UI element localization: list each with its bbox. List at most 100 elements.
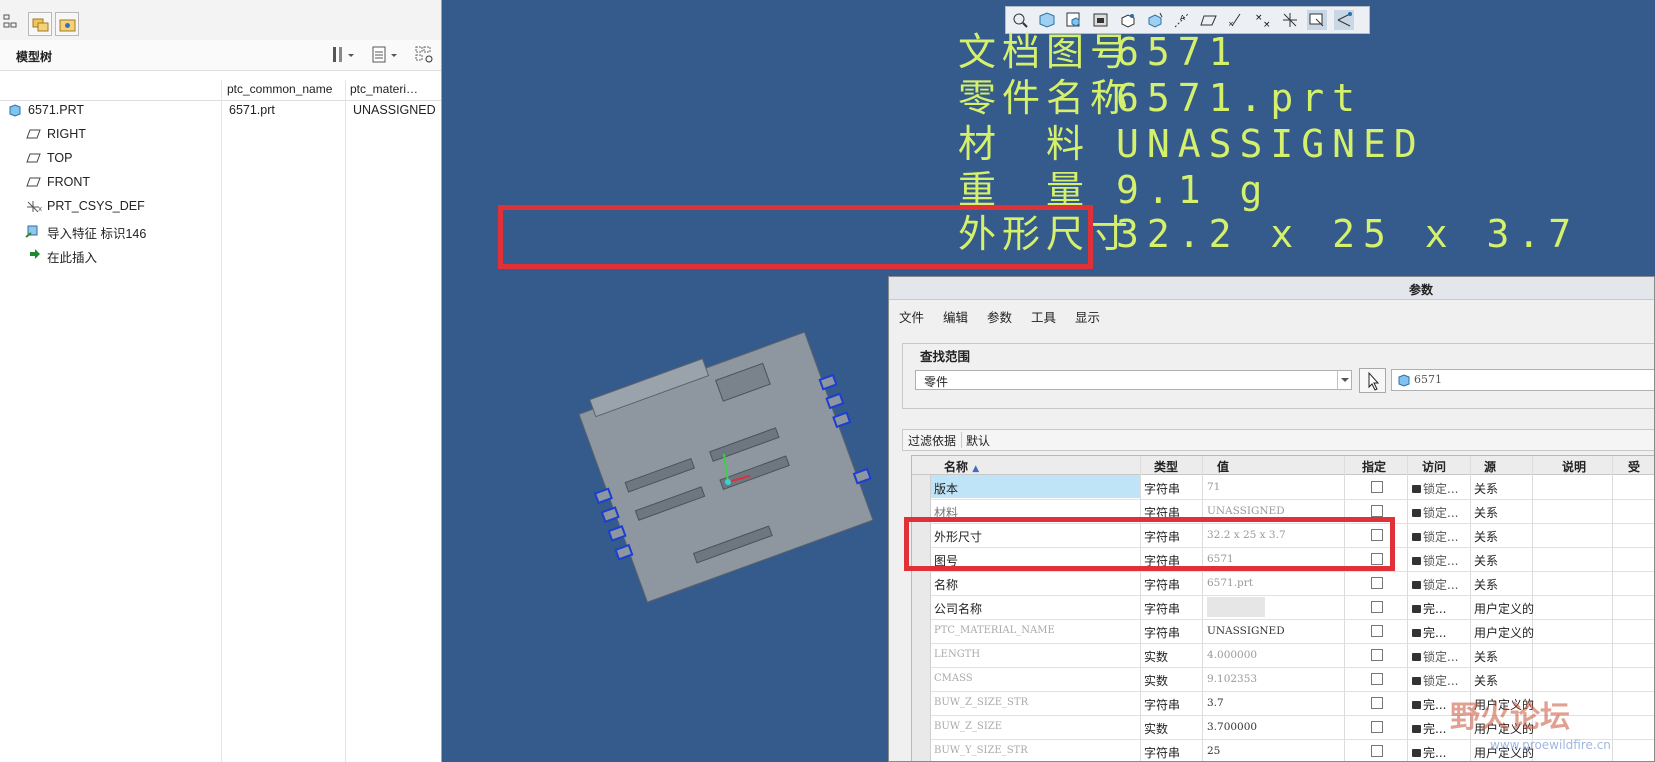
designate-checkbox[interactable] [1371,625,1383,637]
lock-icon [1412,725,1421,733]
param-value[interactable]: 4.000000 [1207,649,1257,661]
selection-filter-icon[interactable] [1334,10,1354,30]
designate-checkbox[interactable] [1371,673,1383,685]
table-row[interactable]: PTC_MATERIAL_NAME 字符串 UNASSIGNED 完... 用户… [912,619,1654,644]
param-value[interactable]: 6571.prt [1207,577,1253,589]
col-designate[interactable]: 指定 [1362,458,1386,475]
param-value[interactable]: 9.102353 [1207,673,1257,685]
designate-checkbox[interactable] [1371,697,1383,709]
lock-icon [1412,533,1421,541]
param-source: 关系 [1474,650,1499,664]
param-source: 关系 [1474,482,1499,496]
tree-item-label: RIGHT [47,127,86,141]
tree-row-right[interactable]: RIGHT [0,124,220,146]
col-description[interactable]: 说明 [1562,458,1586,475]
tree-row-top[interactable]: TOP [0,148,220,170]
col-source[interactable]: 源 [1484,458,1496,475]
designate-checkbox[interactable] [1371,649,1383,661]
highlight-box-parameter [904,517,1395,571]
note-material[interactable]: 材 料 UNASSIGNED [958,122,1425,166]
param-source: 关系 [1474,578,1499,592]
designate-checkbox[interactable] [1371,577,1383,589]
param-value[interactable]: UNASSIGNED [1207,625,1285,637]
tree-row-front[interactable]: FRONT [0,172,220,194]
lock-icon [1412,605,1421,613]
refit-icon[interactable] [1010,10,1030,30]
param-type: 实数 [1144,650,1169,664]
select-item-button[interactable] [1359,368,1386,393]
col-restricted[interactable]: 受 [1628,458,1640,475]
table-row[interactable]: LENGTH 实数 4.000000 锁定... 关系 [912,643,1654,668]
perspective-icon[interactable] [1118,10,1138,30]
col-ptc-common-name[interactable]: ptc_common_name [227,82,332,96]
dialog-title-bar[interactable]: 参数 [889,277,1654,300]
designate-checkbox[interactable] [1371,745,1383,757]
menu-tools[interactable]: 工具 [1031,307,1056,326]
param-value[interactable]: 71 [1207,481,1220,493]
menu-display[interactable]: 显示 [1075,307,1100,326]
param-value[interactable]: UNASSIGNED [1207,505,1285,517]
saved-views-icon[interactable] [1064,10,1084,30]
param-value-field[interactable] [1207,597,1265,617]
param-name: BUW_Z_SIZE_STR [934,697,1029,708]
param-type: 实数 [1144,674,1169,688]
tree-row-csys[interactable]: x PRT_CSYS_DEF [0,196,220,218]
csys-display-icon[interactable] [1280,10,1300,30]
param-value[interactable]: 3.7 [1207,697,1224,709]
designate-checkbox[interactable] [1371,721,1383,733]
tree-row-import-feature[interactable]: 导入特征 标识146 [0,220,220,242]
spin-center-icon[interactable] [1307,10,1327,30]
filter-value[interactable]: 默认 [961,432,990,448]
note-part-name[interactable]: 零件名称6571.prt [958,76,1363,120]
col-ptc-material[interactable]: ptc_materi… [350,82,418,96]
designate-checkbox[interactable] [1371,481,1383,493]
annotation-display-icon[interactable] [1145,10,1165,30]
tree-display-icon[interactable] [370,45,400,65]
favorites-tab[interactable] [55,12,79,36]
param-type: 字符串 [1144,578,1181,592]
lock-icon [1412,629,1421,637]
dialog-title: 参数 [1409,283,1434,297]
tree-row-insert-here[interactable]: 在此插入 [0,244,220,266]
menu-parameters[interactable]: 参数 [987,307,1012,326]
filter-label: 过滤依据 [908,434,957,448]
note-drawing-number[interactable]: 文档图号6571 [958,30,1240,74]
datum-plane-icon [26,129,41,139]
param-source: 用户定义的 [1474,626,1535,640]
designate-checkbox[interactable] [1371,505,1383,517]
param-access: 锁定... [1412,576,1458,593]
filter-bar: 过滤依据 默认 [902,429,1654,451]
col-type[interactable]: 类型 [1154,458,1178,475]
point-symbol-icon[interactable]: × × [1253,10,1273,30]
menu-file[interactable]: 文件 [899,307,924,326]
chevron-down-icon[interactable] [1337,370,1352,390]
display-style-icon[interactable] [1037,10,1057,30]
tree-row-part[interactable]: 6571.PRT 6571.prt UNASSIGNED [0,100,440,122]
designate-checkbox[interactable] [1371,601,1383,613]
watermark-url: www.proewildfire.cn [1490,738,1611,752]
scope-target-field[interactable]: 6571 [1391,369,1654,391]
folder-browser-tab[interactable] [28,12,52,36]
axis-display-icon[interactable]: A [1172,10,1192,30]
parameter-table-header: 名称 ▲ 类型 值 指定 访问 源 说明 受 [912,456,1654,475]
col-value[interactable]: 值 [1217,458,1229,475]
menu-edit[interactable]: 编辑 [943,307,968,326]
scope-select[interactable]: 零件 [915,370,1352,390]
table-row[interactable]: 版本 字符串 71 锁定... 关系 [912,475,1654,500]
col-access[interactable]: 访问 [1422,458,1446,475]
table-row[interactable]: 公司名称 字符串 完... 用户定义的 [912,595,1654,620]
lookup-scope-label: 查找范围 [917,346,974,365]
view-manager-icon[interactable] [1091,10,1111,30]
col-name[interactable]: 名称 ▲ [944,458,979,475]
table-row[interactable]: 名称 字符串 6571.prt 锁定... 关系 [912,571,1654,596]
svg-text:x: x [38,205,42,213]
tree-filter-icon[interactable] [414,45,436,65]
param-value[interactable]: 3.700000 [1207,721,1257,733]
tree-icon[interactable] [3,12,17,32]
point-display-icon[interactable]: × [1226,10,1246,30]
param-type: 字符串 [1144,482,1181,496]
param-value[interactable]: 25 [1207,745,1220,757]
tree-settings-icon[interactable] [330,45,356,65]
plane-display-icon[interactable] [1199,10,1219,30]
table-row[interactable]: CMASS 实数 9.102353 锁定... 关系 [912,667,1654,692]
